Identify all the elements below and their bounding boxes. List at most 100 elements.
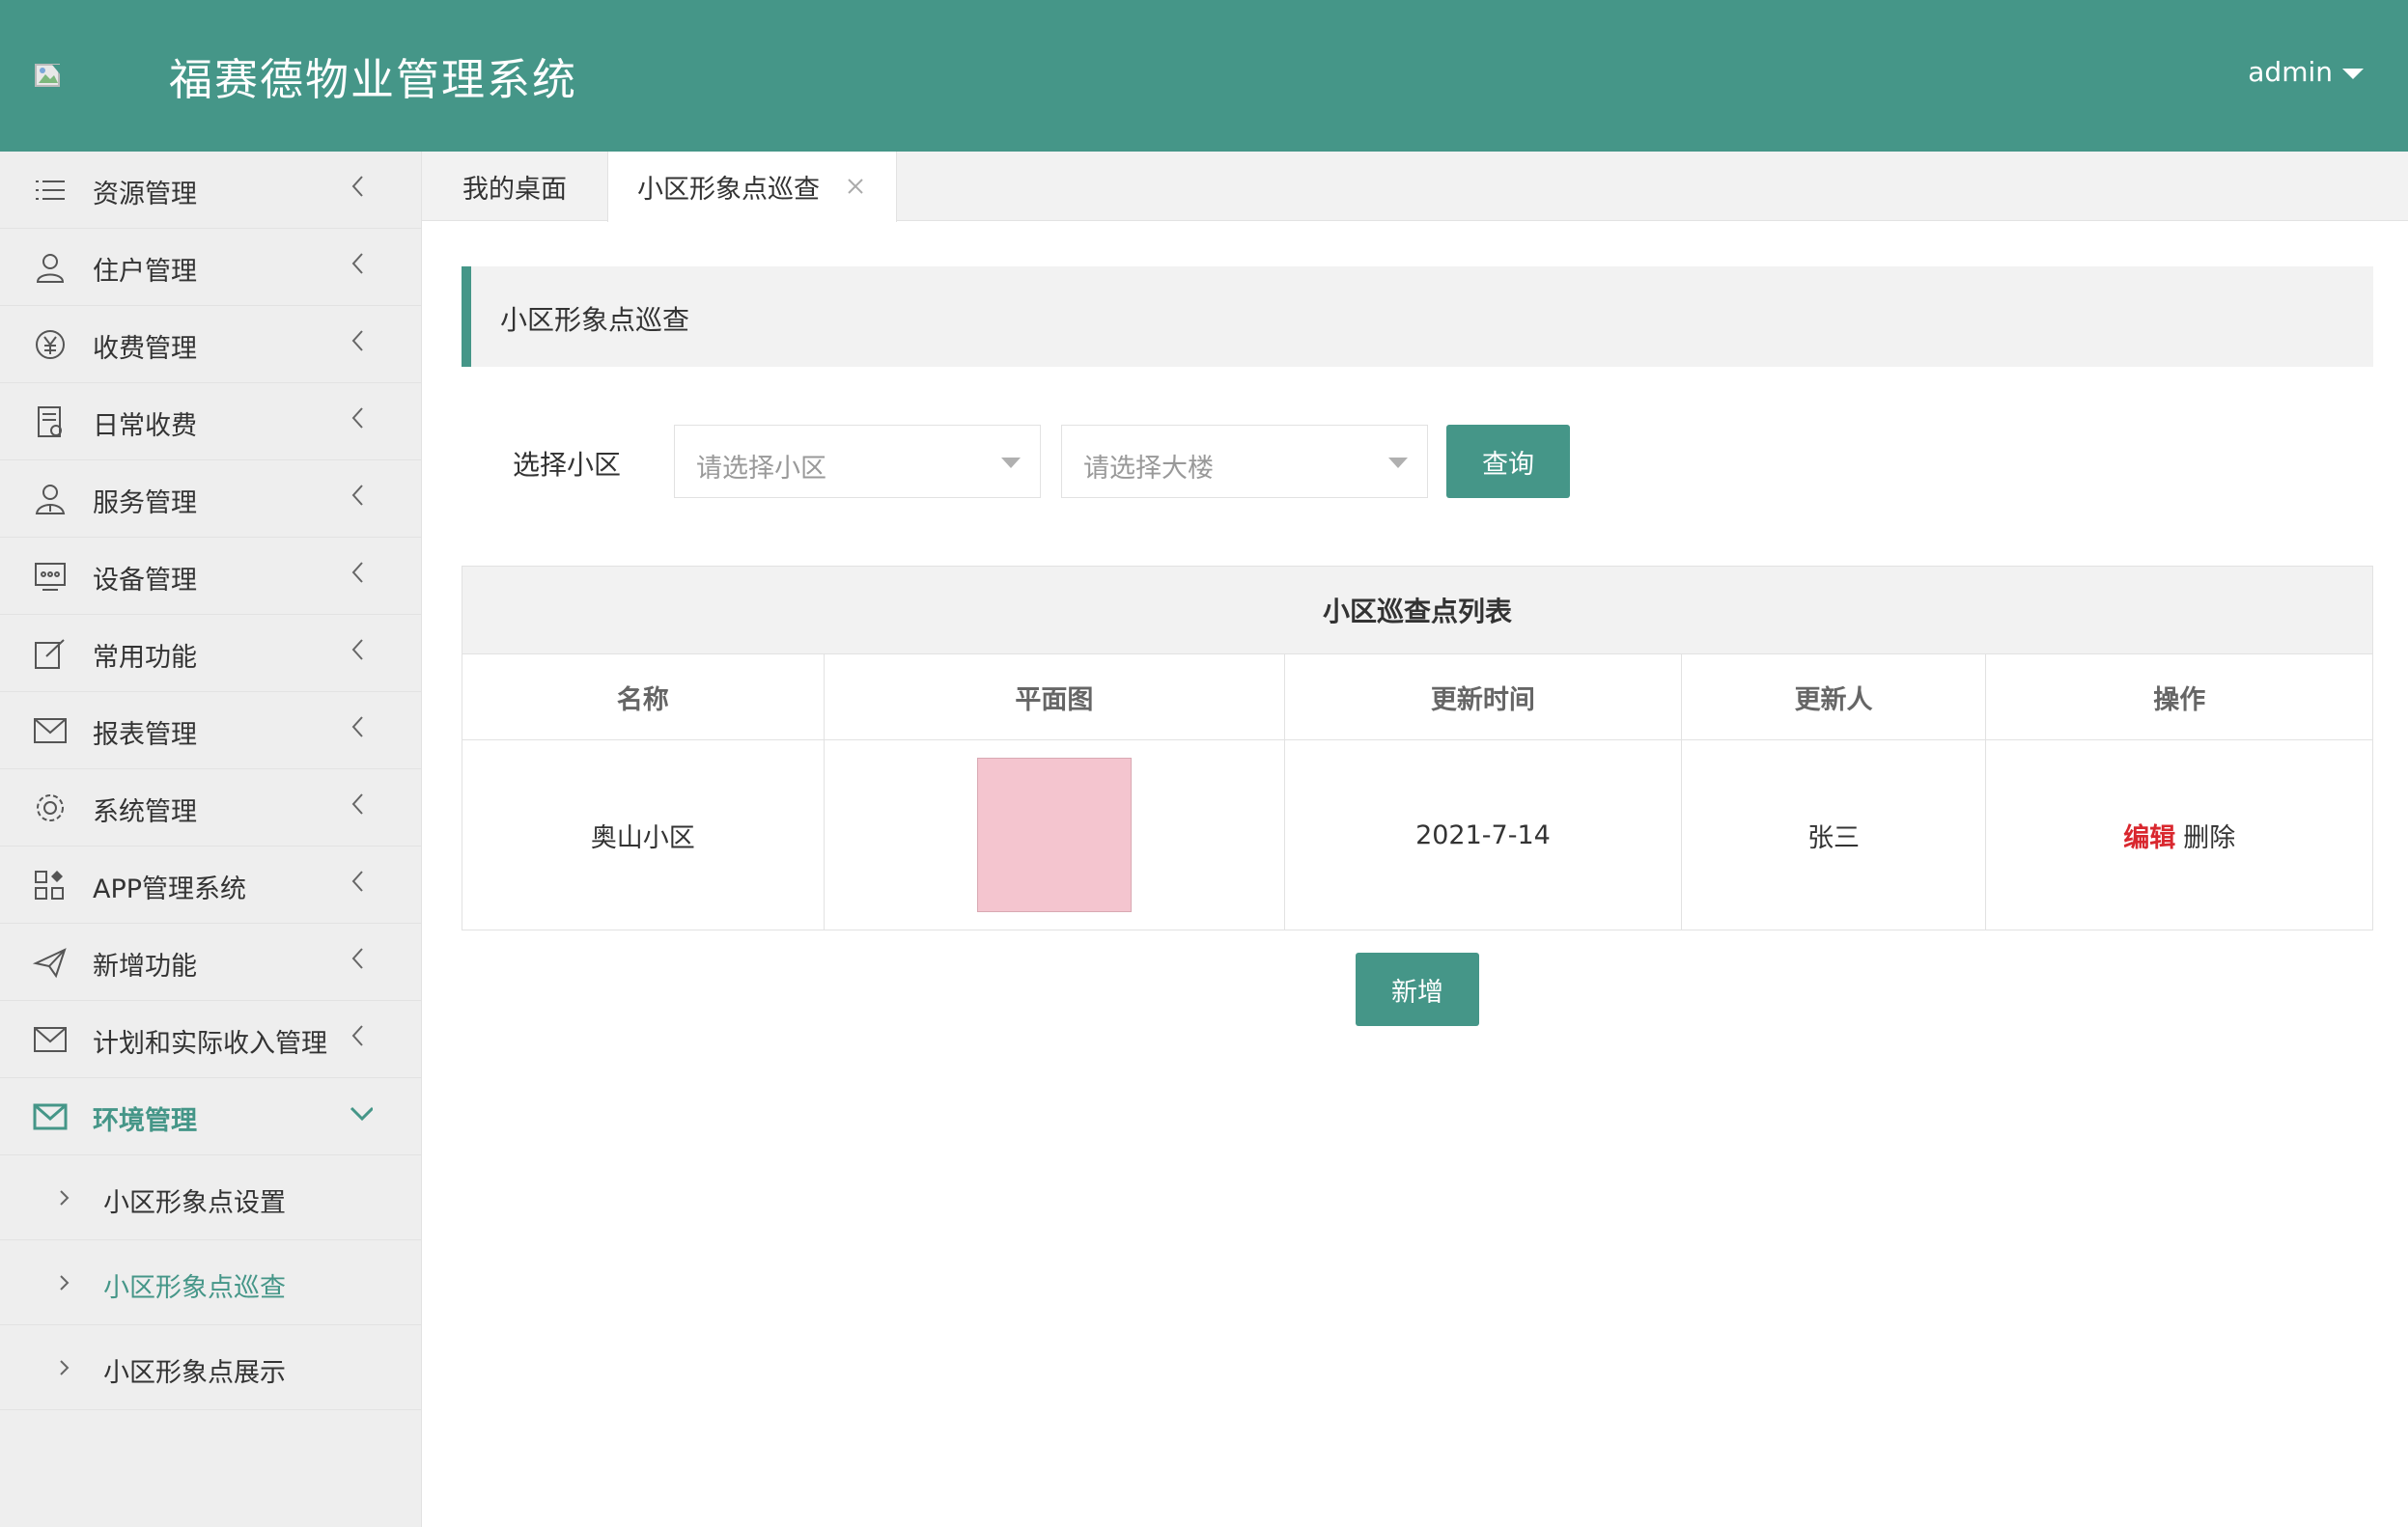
sidebar-item-system[interactable]: 系统管理 (0, 769, 421, 847)
sidebar-item-label: 住户管理 (93, 257, 197, 287)
sidebar-item-income[interactable]: 计划和实际收入管理 (0, 1001, 421, 1078)
column-header-name: 名称 (462, 654, 825, 739)
sidebar-subitem-image-point-settings[interactable]: 小区形象点设置 (0, 1155, 421, 1240)
caret-down-icon (1001, 458, 1021, 468)
send-icon (33, 948, 67, 979)
column-header-updated-by: 更新人 (1682, 654, 1987, 739)
sidebar-item-label: 资源管理 (93, 180, 197, 209)
chevron-left-icon (351, 562, 363, 583)
sidebar-item-label: 收费管理 (93, 334, 197, 364)
close-icon[interactable] (846, 177, 865, 196)
edit-link[interactable]: 编辑 (2123, 817, 2175, 854)
building-select-placeholder: 请选择大楼 (1083, 454, 1214, 484)
chevron-left-icon (351, 716, 363, 737)
list-icon (36, 180, 65, 200)
edit-icon (35, 639, 65, 669)
sidebar-item-residents[interactable]: 住户管理 (0, 229, 421, 306)
building-select[interactable]: 请选择大楼 (1061, 425, 1428, 498)
sidebar-item-fees[interactable]: 收费管理 (0, 306, 421, 383)
chevron-left-icon (351, 948, 363, 969)
chevron-right-icon (60, 1190, 70, 1206)
document-icon (38, 406, 62, 437)
sidebar-item-label: 服务管理 (93, 488, 197, 518)
chevron-left-icon (351, 253, 363, 274)
user-menu[interactable]: admin (2248, 56, 2364, 88)
user-name: admin (2248, 56, 2333, 88)
chevron-left-icon (351, 871, 363, 892)
mail-icon (34, 1027, 67, 1052)
column-header-updated-at: 更新时间 (1285, 654, 1682, 739)
chevron-left-icon (351, 639, 363, 660)
tab-image-point-patrol[interactable]: 小区形象点巡查 (607, 152, 897, 222)
add-button[interactable]: 新增 (1356, 953, 1479, 1026)
sidebar-subitem-label: 小区形象点展示 (103, 1358, 286, 1388)
community-select-placeholder: 请选择小区 (696, 454, 826, 484)
sidebar-item-label: 计划和实际收入管理 (93, 1029, 327, 1059)
person-icon (35, 485, 66, 514)
tab-label: 小区形象点巡查 (637, 175, 820, 205)
table-header-row: 名称 平面图 更新时间 更新人 操作 (462, 654, 2372, 740)
chevron-left-icon (351, 330, 363, 351)
sidebar-item-label: 报表管理 (93, 720, 197, 750)
column-header-floor-plan: 平面图 (825, 654, 1286, 739)
sidebar-item-daily-fees[interactable]: 日常收费 (0, 383, 421, 460)
sidebar-item-label: APP管理系统 (93, 875, 247, 904)
broken-image-icon (35, 64, 66, 87)
apps-icon (35, 871, 64, 900)
chevron-left-icon (351, 1025, 363, 1046)
filter-label: 选择小区 (513, 449, 622, 481)
chevron-left-icon (351, 176, 363, 197)
chevron-down-icon (350, 1106, 373, 1122)
sidebar-item-label: 环境管理 (93, 1106, 197, 1136)
cell-updated-at: 2021-7-14 (1285, 740, 1682, 930)
caret-down-icon (2342, 69, 2364, 79)
device-icon (35, 563, 66, 591)
cell-updated-by: 张三 (1682, 740, 1987, 930)
chevron-right-icon (60, 1360, 70, 1375)
sidebar-subitem-image-point-patrol[interactable]: 小区形象点巡查 (0, 1240, 421, 1325)
patrol-point-table: 小区巡查点列表 名称 平面图 更新时间 更新人 操作 奥山小区 2021-7-1… (462, 566, 2373, 930)
sidebar-item-label: 常用功能 (93, 643, 197, 673)
cell-floor-plan (825, 740, 1286, 930)
page-header: 小区形象点巡查 (462, 266, 2373, 367)
sidebar-item-new-features[interactable]: 新增功能 (0, 924, 421, 1001)
sidebar-item-resources[interactable]: 资源管理 (0, 152, 421, 229)
table-row: 奥山小区 2021-7-14 张三 编辑 删除 (462, 740, 2372, 930)
mail-icon (33, 1103, 68, 1130)
sidebar-subitem-label: 小区形象点巡查 (103, 1273, 286, 1303)
chevron-left-icon (351, 793, 363, 815)
tab-bar: 我的桌面 小区形象点巡查 (422, 152, 2408, 222)
yen-icon (36, 330, 65, 359)
sidebar-item-environment[interactable]: 环境管理 (0, 1078, 421, 1155)
mail-icon (34, 718, 67, 743)
sidebar-item-services[interactable]: 服务管理 (0, 460, 421, 538)
app-title: 福赛德物业管理系统 (169, 54, 578, 105)
sidebar-item-reports[interactable]: 报表管理 (0, 692, 421, 769)
sidebar-item-devices[interactable]: 设备管理 (0, 538, 421, 615)
column-header-actions: 操作 (2153, 684, 2206, 715)
tab-label: 我的桌面 (462, 174, 567, 205)
floor-plan-thumbnail[interactable] (976, 758, 1132, 912)
sidebar-subitem-image-point-display[interactable]: 小区形象点展示 (0, 1325, 421, 1410)
sidebar-item-common[interactable]: 常用功能 (0, 615, 421, 692)
delete-link[interactable]: 删除 (2183, 817, 2235, 854)
sidebar: 资源管理 住户管理 收费管理 日常收费 服务管理 设备管理 常用功能 报表管理 (0, 152, 422, 1527)
chevron-left-icon (351, 407, 363, 429)
page-title: 小区形象点巡查 (500, 304, 690, 336)
sidebar-item-label: 日常收费 (93, 411, 197, 441)
sidebar-item-app[interactable]: APP管理系统 (0, 847, 421, 924)
cell-actions: 编辑 删除 (1986, 740, 2372, 930)
sidebar-item-label: 设备管理 (93, 566, 197, 596)
table-caption: 小区巡查点列表 (462, 567, 2372, 654)
community-select[interactable]: 请选择小区 (674, 425, 1041, 498)
tab-my-desktop[interactable]: 我的桌面 (422, 152, 607, 221)
query-button[interactable]: 查询 (1446, 425, 1570, 498)
sidebar-subitem-label: 小区形象点设置 (103, 1188, 286, 1218)
caret-down-icon (1388, 458, 1408, 468)
chevron-right-icon (60, 1275, 70, 1291)
sidebar-item-label: 新增功能 (93, 952, 197, 982)
cell-name: 奥山小区 (462, 740, 825, 930)
gear-icon (37, 794, 64, 821)
top-header: 福赛德物业管理系统 admin (0, 0, 2408, 152)
sidebar-item-label: 系统管理 (93, 797, 197, 827)
